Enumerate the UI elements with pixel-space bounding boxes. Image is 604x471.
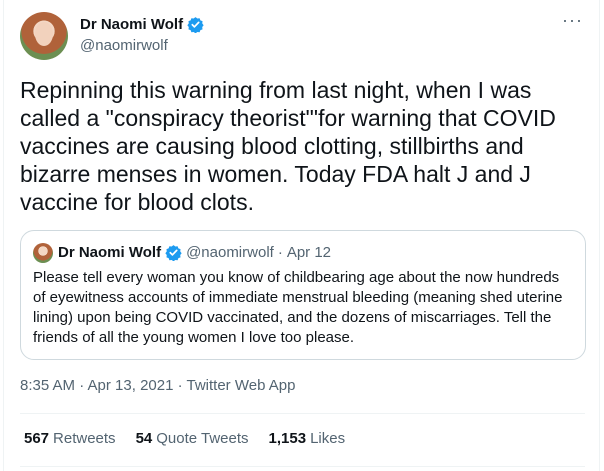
likes-stat[interactable]: 1,153 Likes (269, 430, 346, 447)
tweet-timestamp[interactable]: 8:35 AM · Apr 13, 2021 · Twitter Web App (20, 377, 295, 394)
quoted-text: Please tell every woman you know of chil… (33, 269, 563, 346)
quoted-header: Dr Naomi Wolf @naomirwolf · Apr 12 (58, 244, 331, 261)
quote-tweets-stat[interactable]: 54 Quote Tweets (136, 430, 249, 447)
tweet-card: Dr Naomi Wolf @naomirwolf ··· Repinning … (3, 0, 600, 471)
quotes-label: Quote Tweets (156, 430, 249, 447)
quoted-separator: · (277, 244, 283, 261)
quoted-date: Apr 12 (286, 244, 332, 261)
author-name[interactable]: Dr Naomi Wolf (80, 16, 183, 33)
likes-count: 1,153 (268, 430, 307, 447)
quoted-avatar (33, 243, 53, 263)
tweet-stats: 567 Retweets 54 Quote Tweets 1,153 Likes (24, 430, 345, 447)
divider (20, 466, 585, 467)
quoted-author-name: Dr Naomi Wolf (58, 244, 162, 261)
author-name-row[interactable]: Dr Naomi Wolf (80, 16, 204, 33)
quoted-handle: @naomirwolf (186, 244, 274, 261)
verified-badge-icon (165, 245, 182, 261)
divider (20, 413, 585, 414)
author-avatar[interactable] (20, 12, 68, 60)
author-handle[interactable]: @naomirwolf (80, 37, 168, 54)
quotes-count: 54 (135, 430, 153, 447)
retweets-count: 567 (24, 430, 50, 447)
verified-badge-icon (187, 17, 204, 33)
more-horizontal-icon[interactable]: ··· (562, 10, 583, 31)
tweet-text: Repinning this warning from last night, … (20, 77, 556, 215)
likes-label: Likes (310, 430, 346, 447)
retweets-stat[interactable]: 567 Retweets (24, 430, 116, 447)
quoted-tweet[interactable]: Dr Naomi Wolf @naomirwolf · Apr 12 Pleas… (20, 230, 586, 360)
retweets-label: Retweets (53, 430, 116, 447)
